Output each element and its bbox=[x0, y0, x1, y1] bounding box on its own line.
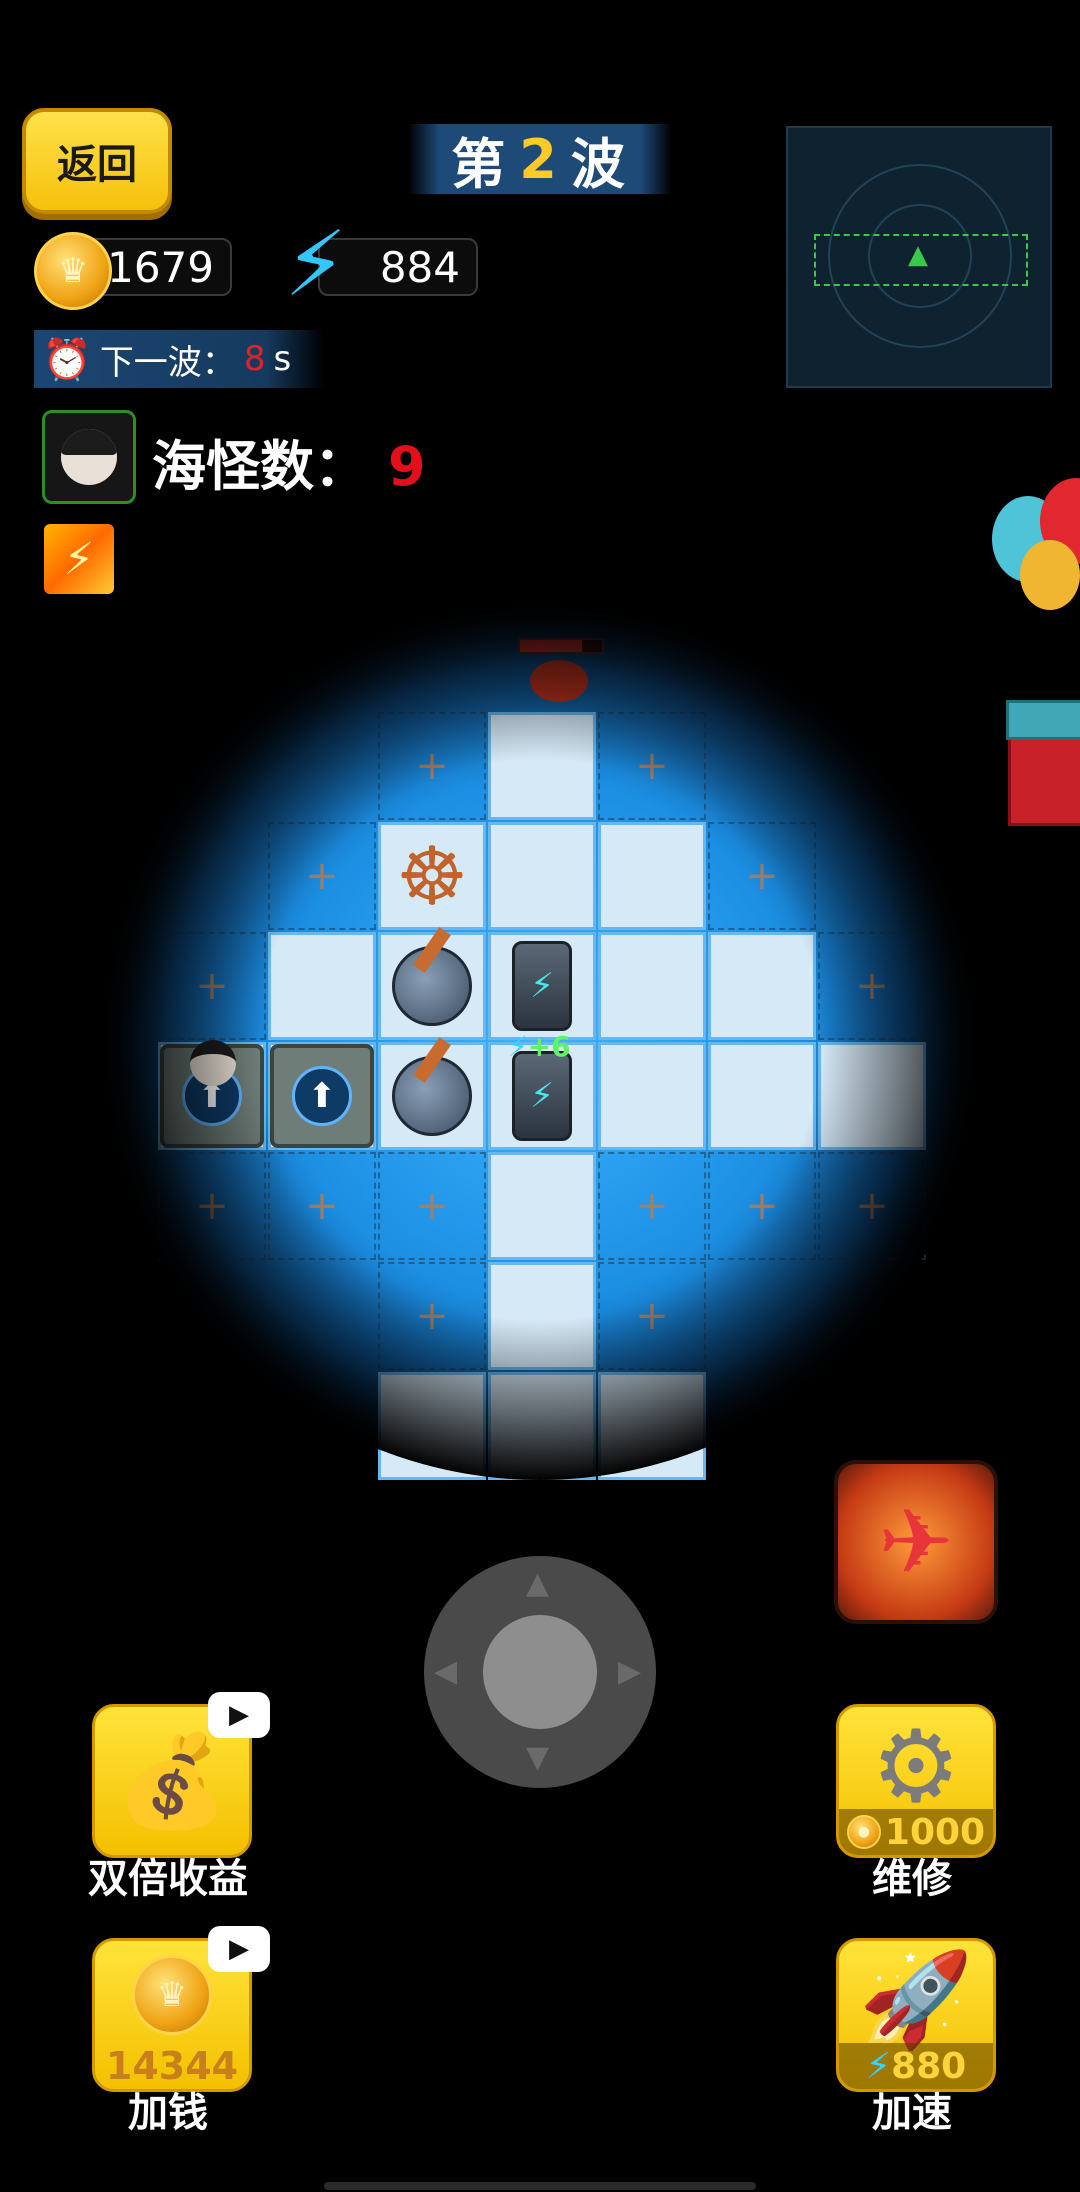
repair-button[interactable]: ⚙ ● 1000 bbox=[836, 1704, 996, 1858]
video-ad-icon-2: ▶ bbox=[208, 1926, 270, 1972]
joystick-left-icon: ◀ bbox=[434, 1654, 458, 1689]
player-arrow-icon: ▲ bbox=[908, 240, 928, 270]
build-slot[interactable]: + bbox=[268, 1152, 376, 1260]
video-ad-icon: ▶ bbox=[208, 1692, 270, 1738]
ice-tile[interactable] bbox=[488, 712, 596, 820]
coin-icon-2: ♛ bbox=[132, 1955, 212, 2035]
build-slot[interactable]: + bbox=[598, 1152, 706, 1260]
joystick-right-icon: ▶ bbox=[618, 1654, 642, 1689]
monster-count: 海怪数： 9 bbox=[152, 422, 426, 501]
build-slot[interactable]: + bbox=[268, 822, 376, 930]
home-indicator[interactable] bbox=[324, 2182, 756, 2190]
next-wave-timer: ⏰ 下一波： 8 s bbox=[34, 330, 324, 388]
ice-tile[interactable] bbox=[268, 932, 376, 1040]
coin-icon-small: ● bbox=[846, 1815, 881, 1849]
ice-tile[interactable] bbox=[378, 1372, 486, 1480]
ice-tile[interactable] bbox=[488, 1372, 596, 1480]
cannon-turret-2[interactable] bbox=[378, 1042, 486, 1150]
lightning-icon: ⚡ bbox=[284, 212, 348, 317]
joystick-up-icon: ▲ bbox=[526, 1566, 550, 1601]
player-character bbox=[190, 1040, 236, 1086]
lightning-skill-icon[interactable]: ⚡ bbox=[44, 524, 114, 594]
wave-banner: 第 2 波 bbox=[408, 124, 672, 196]
ice-tile[interactable] bbox=[488, 1152, 596, 1260]
energy-battery[interactable]: ⚡ bbox=[488, 932, 596, 1040]
fighter-jet-skill[interactable]: ✈ bbox=[834, 1460, 998, 1624]
build-slot[interactable]: + bbox=[378, 712, 486, 820]
speedup-label: 加速 bbox=[872, 2090, 952, 2136]
build-slot[interactable]: + bbox=[158, 932, 266, 1040]
build-slot[interactable]: + bbox=[818, 932, 926, 1040]
build-slot[interactable]: + bbox=[378, 1262, 486, 1370]
add-money-label: 加钱 bbox=[128, 2090, 208, 2136]
build-slot[interactable]: + bbox=[708, 1152, 816, 1260]
upgrade-arrow-icon-2: ⬆ bbox=[292, 1066, 352, 1126]
build-slot[interactable]: + bbox=[818, 1152, 926, 1260]
door-upgrade[interactable]: ⬆ bbox=[268, 1042, 376, 1150]
build-slot[interactable]: + bbox=[708, 822, 816, 930]
ice-tile[interactable] bbox=[598, 1042, 706, 1150]
joystick-down-icon: ▼ bbox=[526, 1740, 550, 1775]
energy-gain-value: +6 bbox=[527, 1030, 571, 1063]
joystick-knob[interactable] bbox=[483, 1615, 597, 1729]
timer-seconds: 8 bbox=[243, 339, 266, 379]
minimap[interactable]: ▲ bbox=[786, 126, 1052, 388]
ice-tile[interactable] bbox=[488, 1262, 596, 1370]
wave-suffix: 波 bbox=[570, 132, 629, 196]
lightning-icon-small: ⚡ bbox=[508, 1030, 528, 1063]
energy-value: 884 bbox=[379, 242, 460, 292]
girl-face-icon bbox=[61, 429, 117, 485]
alarm-clock-icon: ⏰ bbox=[42, 336, 92, 383]
balloon-icon-yellow[interactable] bbox=[1020, 540, 1080, 610]
ice-tile[interactable] bbox=[818, 1042, 926, 1150]
ice-tile[interactable] bbox=[598, 1372, 706, 1480]
build-slot[interactable]: + bbox=[158, 1152, 266, 1260]
rocket-icon: 🚀 bbox=[858, 1946, 974, 2053]
wave-number: 2 bbox=[519, 127, 561, 191]
monster-count-value: 9 bbox=[388, 435, 426, 498]
money-bag-icon: 💰 bbox=[115, 1728, 229, 1834]
timer-label: 下一波： bbox=[99, 342, 236, 383]
ship-wheel-icon[interactable]: ☸ bbox=[378, 822, 486, 930]
double-income-label: 双倍收益 bbox=[88, 1856, 248, 1902]
ice-tile[interactable] bbox=[708, 932, 816, 1040]
gear-icon: ⚙ bbox=[871, 1707, 961, 1825]
ice-tile[interactable] bbox=[598, 932, 706, 1040]
ice-tile[interactable] bbox=[488, 822, 596, 930]
repair-label: 维修 bbox=[872, 1856, 952, 1902]
monster-count-label: 海怪数： bbox=[152, 435, 368, 498]
back-button[interactable]: 返回 bbox=[22, 108, 172, 214]
ice-tile[interactable] bbox=[598, 822, 706, 930]
timer-unit: s bbox=[273, 339, 292, 379]
wave-prefix: 第 bbox=[451, 132, 510, 196]
build-slot[interactable]: + bbox=[598, 1262, 706, 1370]
coin-value: 1679 bbox=[107, 242, 214, 292]
build-slot[interactable]: + bbox=[598, 712, 706, 820]
energy-gain: ⚡+6 bbox=[508, 1030, 571, 1063]
sea-monster[interactable] bbox=[530, 652, 590, 702]
avatar bbox=[42, 410, 136, 504]
ice-tile[interactable] bbox=[708, 1042, 816, 1150]
fighter-jet-icon: ✈ bbox=[878, 1489, 954, 1595]
speedup-button[interactable]: 🚀 ⚡ 880 bbox=[836, 1938, 996, 2092]
build-slot[interactable]: + bbox=[378, 1152, 486, 1260]
gift-lid bbox=[1006, 700, 1080, 740]
cannon-turret[interactable] bbox=[378, 932, 486, 1040]
coin-icon: ♛ bbox=[34, 232, 112, 310]
